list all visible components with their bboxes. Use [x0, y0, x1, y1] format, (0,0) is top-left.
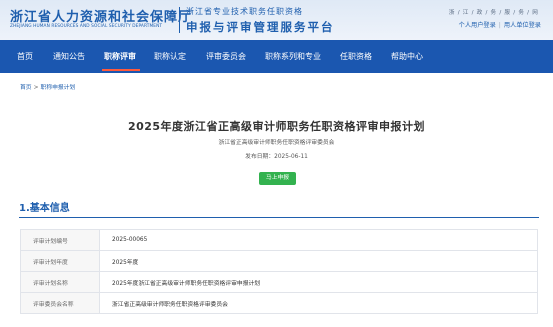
plan-year-value: 2025年度	[99, 250, 538, 272]
header-divider	[179, 7, 180, 33]
table-row: 评审计划年度 2025年度	[20, 250, 538, 272]
nav-item-qualifications[interactable]: 任职资格	[340, 40, 372, 73]
personal-login-link[interactable]: 个人用户登录	[459, 22, 496, 29]
breadcrumb-current[interactable]: 职称申报计划	[40, 85, 75, 91]
org-login-link[interactable]: 用人单位登录	[504, 22, 541, 29]
nav-item-title-certification[interactable]: 职称认定	[154, 40, 186, 73]
platform-subtitle: 浙江省专业技术职务任职资格	[186, 7, 303, 16]
breadcrumb-arrow: >	[33, 85, 39, 91]
basic-info-table: 评审计划编号 2025-00065 评审计划年度 2025年度 评审计划名称 2…	[20, 229, 538, 314]
section-title-basic-info: 1.基本信息	[19, 203, 70, 214]
login-separator: |	[498, 22, 501, 29]
nav-item-review-committee[interactable]: 评审委员会	[206, 40, 246, 73]
site-header: 浙江省人力资源和社会保障厅 ZHEJIANG HUMAN RESOURCES A…	[0, 0, 553, 40]
plan-number-label: 评审计划编号	[20, 229, 100, 251]
section-divider	[19, 217, 539, 218]
nav-item-notices[interactable]: 通知公告	[53, 40, 85, 73]
table-row: 评审计划名称 2025年度浙江省正高级审计师职务任职资格评审申报计划	[20, 271, 538, 293]
table-row: 评审委员会名称 浙江省正高级审计师职务任职资格评审委员会	[20, 292, 538, 314]
department-logo-english: ZHEJIANG HUMAN RESOURCES AND SOCIAL SECU…	[10, 24, 163, 29]
apply-now-button[interactable]: 马上申报	[259, 172, 296, 185]
committee-name-value: 浙江省正高级审计师职务任职资格评审委员会	[99, 292, 538, 314]
plan-number-value: 2025-00065	[99, 229, 538, 251]
breadcrumb-home[interactable]: 首页	[20, 85, 32, 91]
nav-item-series-specialty[interactable]: 职称系列和专业	[265, 40, 321, 73]
plan-name-label: 评审计划名称	[20, 271, 100, 293]
gov-service-site-link[interactable]: 浙/江/政/务/服/务/网	[449, 8, 541, 16]
main-nav: 首页 通知公告 职称评审 职称认定 评审委员会 职称系列和专业 任职资格 帮助中…	[0, 40, 553, 73]
publisher: 浙江省正高级审计师职务任职资格评审委员会	[218, 140, 335, 146]
committee-name-label: 评审委员会名称	[20, 292, 100, 314]
login-links: 个人用户登录 | 用人单位登录	[459, 20, 541, 29]
platform-title: 申报与评审管理服务平台	[186, 20, 335, 34]
nav-item-home[interactable]: 首页	[17, 40, 33, 73]
publish-date: 发布日期：2025-06-11	[245, 154, 308, 160]
plan-name-value: 2025年度浙江省正高级审计师职务任职资格评审申报计划	[99, 271, 538, 293]
active-nav-indicator	[102, 69, 140, 71]
page-title: 2025年度浙江省正高级审计师职务任职资格评审申报计划	[127, 120, 426, 133]
department-logo-title[interactable]: 浙江省人力资源和社会保障厅	[10, 6, 192, 25]
table-row: 评审计划编号 2025-00065	[20, 229, 538, 251]
nav-item-help-center[interactable]: 帮助中心	[391, 40, 423, 73]
plan-year-label: 评审计划年度	[20, 250, 100, 272]
breadcrumb: 首页 > 职称申报计划	[20, 82, 75, 91]
